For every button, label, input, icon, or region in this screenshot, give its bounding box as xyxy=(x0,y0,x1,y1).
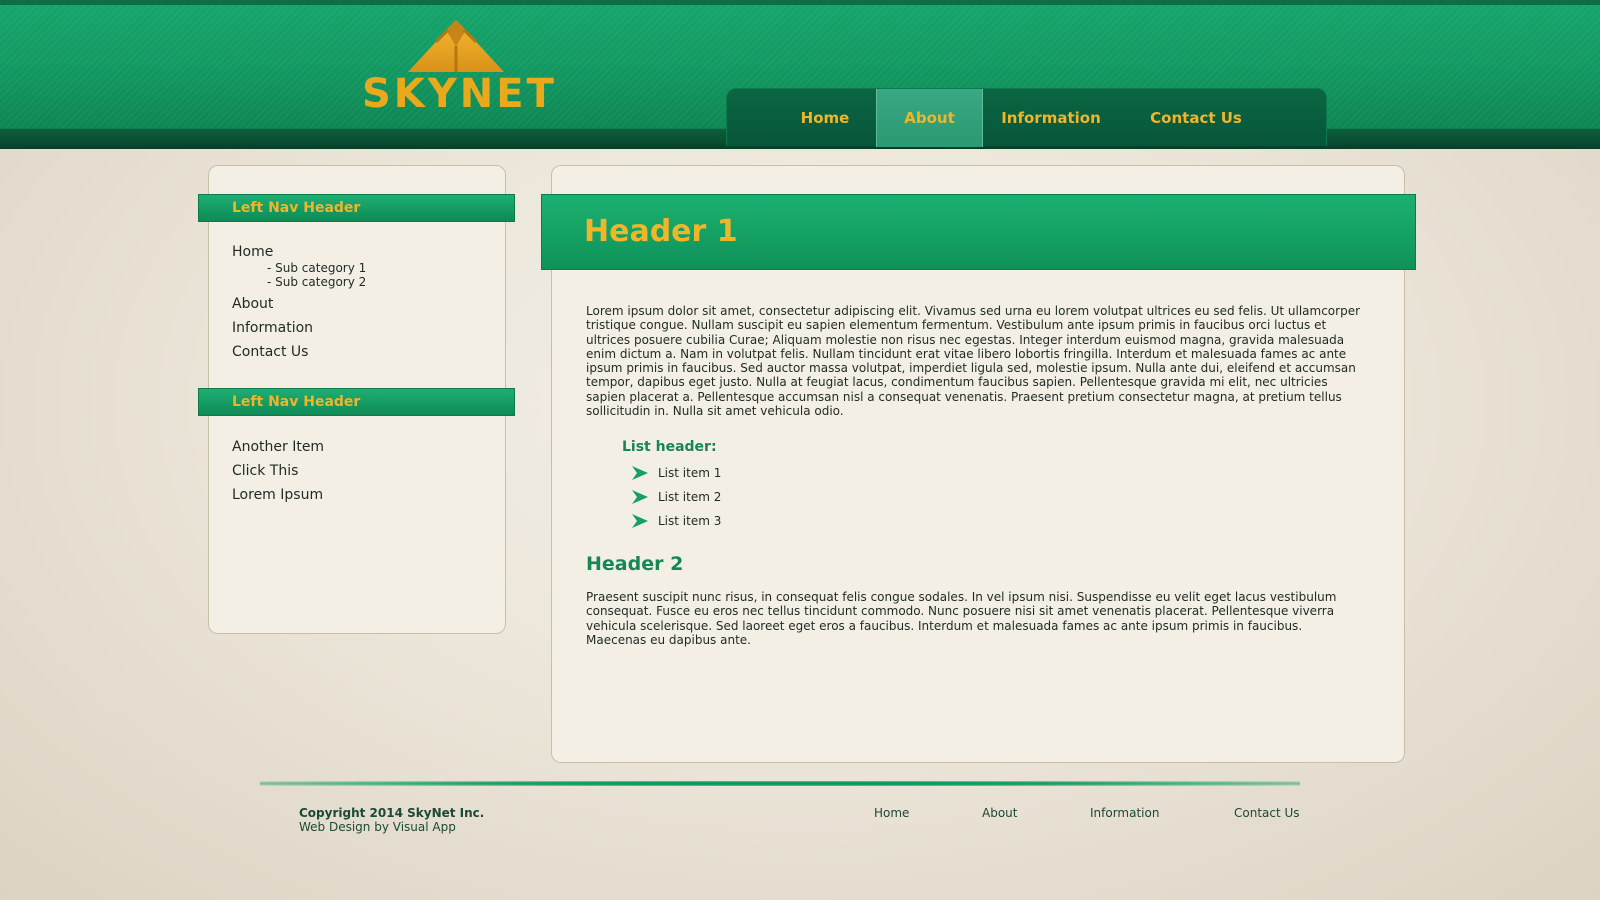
sidebar-item-click-this[interactable]: Click This xyxy=(232,463,298,479)
topnav-contact-us[interactable]: Contact Us xyxy=(1125,89,1267,147)
list-item-label: List item 3 xyxy=(658,514,722,528)
chevron-arrow-right-icon xyxy=(632,490,648,504)
footer-divider xyxy=(260,781,1300,786)
content-paragraph-1: Lorem ipsum dolor sit amet, consectetur … xyxy=(586,304,1361,419)
sidebar-item-about[interactable]: About xyxy=(232,296,273,312)
list-item-label: List item 2 xyxy=(658,490,722,504)
topnav-about[interactable]: About xyxy=(876,89,983,147)
sidebar-item-lorem-ipsum[interactable]: Lorem Ipsum xyxy=(232,487,323,503)
footer-link-about[interactable]: About xyxy=(982,806,1017,820)
section-header-2: Header 2 xyxy=(586,553,684,575)
chevron-arrow-right-icon xyxy=(632,466,648,480)
topnav-information[interactable]: Information xyxy=(987,89,1115,147)
chevron-arrow-right-icon xyxy=(632,514,648,528)
sidebar-item-information[interactable]: Information xyxy=(232,320,313,336)
sidebar-header-1: Left Nav Header xyxy=(198,194,515,222)
top-navigation: Home About Information Contact Us xyxy=(726,88,1327,147)
pyramid-logo-icon xyxy=(408,20,504,72)
sidebar-subitem-2[interactable]: - Sub category 2 xyxy=(267,275,366,289)
sidebar-item-home[interactable]: Home xyxy=(232,244,273,260)
logo-wordmark: SKYNET xyxy=(362,71,557,117)
footer-copyright: Copyright 2014 SkyNet Inc. xyxy=(299,806,485,820)
content-paragraph-2: Praesent suscipit nunc risus, in consequ… xyxy=(586,590,1337,647)
sidebar-item-contact-us[interactable]: Contact Us xyxy=(232,344,308,360)
sidebar-header-2: Left Nav Header xyxy=(198,388,515,416)
footer-credit: Web Design by Visual App xyxy=(299,820,456,834)
list-header: List header: xyxy=(622,439,717,455)
footer-link-information[interactable]: Information xyxy=(1090,806,1159,820)
footer-link-home[interactable]: Home xyxy=(874,806,909,820)
content-header-bar: Header 1 xyxy=(541,194,1416,270)
site-logo[interactable]: SKYNET xyxy=(362,18,557,118)
page-title: Header 1 xyxy=(584,214,738,249)
topnav-home[interactable]: Home xyxy=(777,89,873,147)
footer-link-contact-us[interactable]: Contact Us xyxy=(1234,806,1300,820)
list-item-label: List item 1 xyxy=(658,466,722,480)
sidebar-item-another-item[interactable]: Another Item xyxy=(232,439,324,455)
sidebar-subitem-1[interactable]: - Sub category 1 xyxy=(267,261,366,275)
